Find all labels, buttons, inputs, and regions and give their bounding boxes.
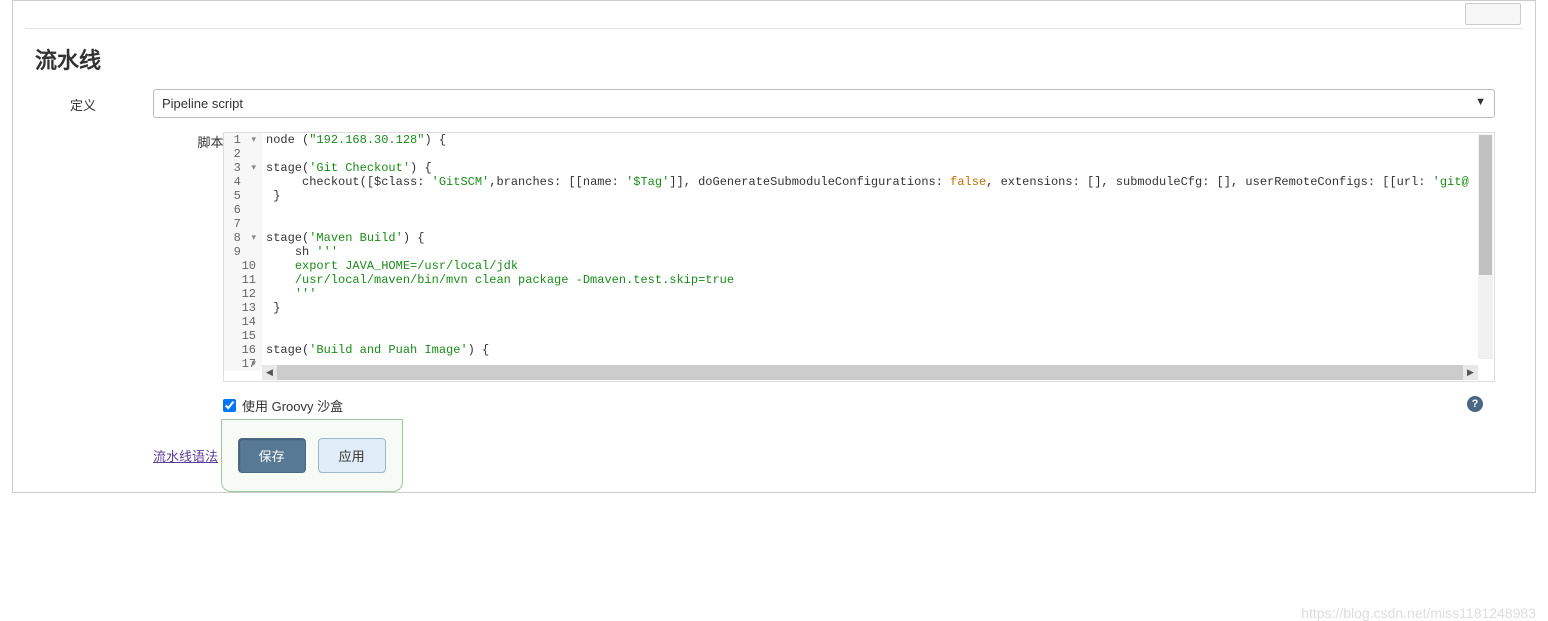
top-divider — [25, 1, 1523, 29]
definition-row: 定义 Pipeline script 脚本 ? 1 ▾2 3 ▾4 5 6 7 … — [13, 85, 1535, 419]
scroll-left-icon[interactable]: ◀ — [262, 365, 277, 380]
script-editor[interactable]: 1 ▾2 3 ▾4 5 6 7 8 ▾9 10 11 12 13 14 15 1… — [223, 132, 1495, 382]
sandbox-checkbox[interactable] — [223, 399, 236, 412]
definition-select-value: Pipeline script — [162, 96, 243, 111]
scrollbar-vertical[interactable] — [1478, 134, 1493, 359]
scrollbar-horizontal[interactable]: ◀ ▶ — [262, 365, 1478, 380]
button-bar: 保存 应用 — [221, 419, 403, 492]
pipeline-syntax-link[interactable]: 流水线语法 — [153, 446, 218, 465]
editor-body[interactable]: node ("192.168.30.128") { stage('Git Che… — [262, 133, 1494, 371]
definition-label: 定义 — [13, 89, 153, 114]
scrollbar-horizontal-track[interactable] — [277, 365, 1463, 380]
definition-select[interactable]: Pipeline script — [153, 89, 1495, 118]
apply-button[interactable]: 应用 — [318, 438, 386, 473]
help-icon[interactable]: ? — [1467, 396, 1483, 412]
editor-gutter: 1 ▾2 3 ▾4 5 6 7 8 ▾9 10 11 12 13 14 15 1… — [224, 133, 262, 371]
sandbox-row: 使用 Groovy 沙盒 ? — [223, 396, 1495, 415]
config-panel: 流水线 定义 Pipeline script 脚本 ? 1 ▾2 3 ▾4 5 … — [12, 0, 1536, 493]
save-button[interactable]: 保存 — [238, 438, 306, 473]
watermark: https://blog.csdn.net/miss1181248983 — [1301, 605, 1536, 621]
section-title: 流水线 — [13, 29, 1535, 85]
sandbox-label: 使用 Groovy 沙盒 — [242, 396, 343, 415]
top-right-button[interactable] — [1465, 3, 1521, 25]
scroll-right-icon[interactable]: ▶ — [1463, 365, 1478, 380]
scrollbar-vertical-thumb[interactable] — [1479, 135, 1492, 275]
